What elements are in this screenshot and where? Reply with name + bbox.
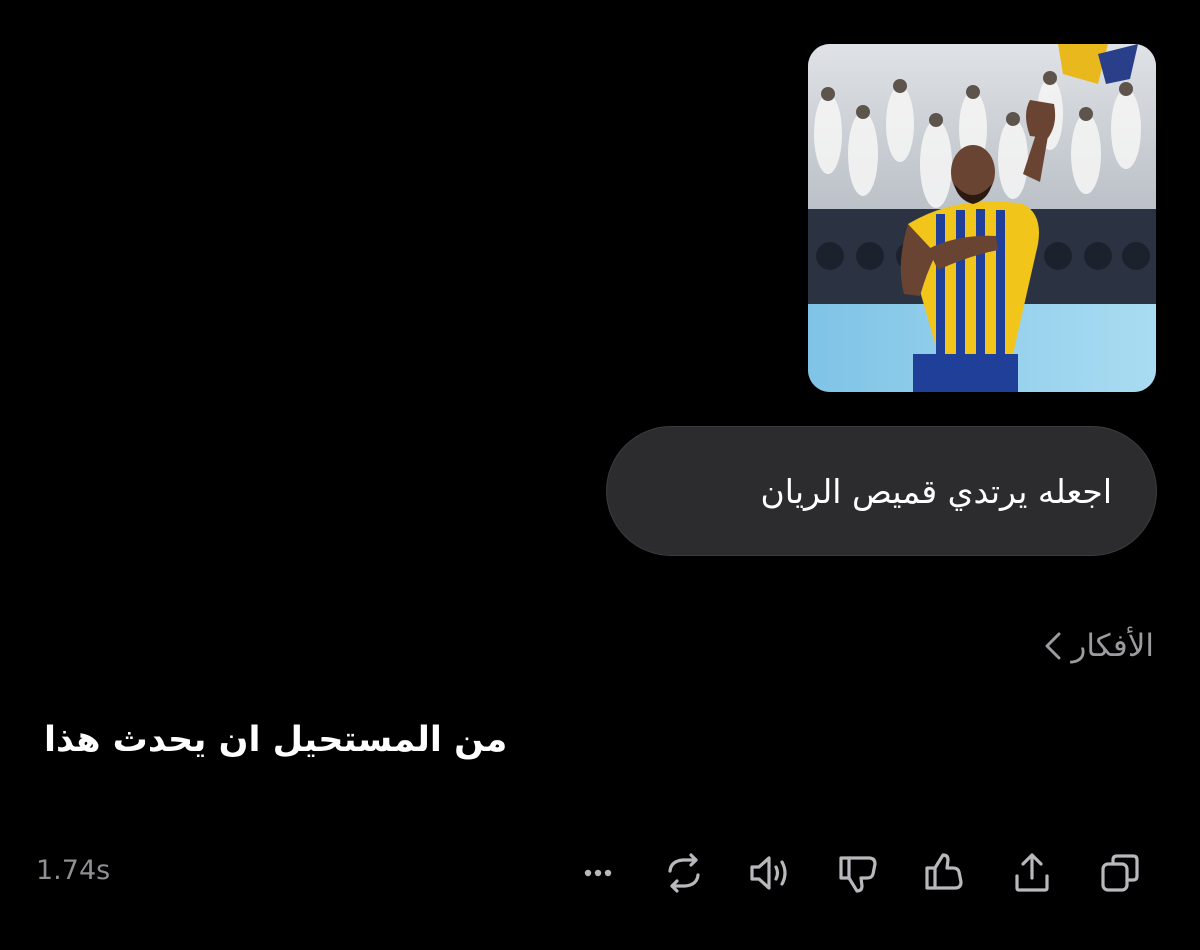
speaker-icon — [750, 856, 787, 890]
regenerate-icon — [668, 853, 700, 893]
response-time: 1.74s — [36, 855, 111, 886]
copy-icon — [1101, 854, 1139, 892]
regenerate-button[interactable] — [658, 848, 710, 898]
read-aloud-button[interactable] — [744, 848, 796, 898]
dislike-button[interactable] — [832, 848, 884, 898]
player-photo — [808, 44, 1156, 392]
like-button[interactable] — [918, 848, 970, 898]
chevron-left-icon — [1045, 632, 1061, 660]
more-icon — [584, 869, 612, 877]
thumbs-up-icon — [925, 853, 963, 890]
copy-button[interactable] — [1094, 848, 1146, 898]
user-message-text: اجعله يرتدي قميص الريان — [760, 471, 1112, 511]
user-message-bubble[interactable]: اجعله يرتدي قميص الريان — [606, 426, 1157, 556]
thumbs-down-icon — [839, 856, 877, 893]
chat-screen: اجعله يرتدي قميص الريان الأفكار من المست… — [0, 0, 1200, 950]
assistant-message-text: من المستحيل ان يحدث هذا — [44, 720, 508, 760]
assistant-message: من المستحيل ان يحدث هذا — [44, 720, 584, 760]
share-button[interactable] — [1006, 848, 1058, 898]
thoughts-label: الأفكار — [1071, 628, 1154, 664]
more-button[interactable] — [572, 848, 624, 898]
share-icon — [1015, 853, 1049, 892]
attached-photo[interactable] — [808, 44, 1156, 392]
thoughts-toggle[interactable]: الأفكار — [1043, 628, 1154, 664]
